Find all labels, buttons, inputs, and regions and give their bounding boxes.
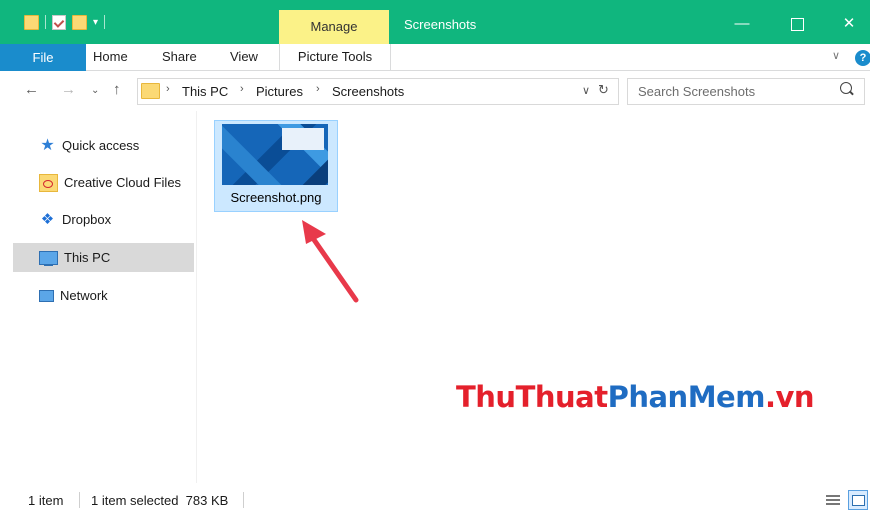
thumbnail-shape (282, 128, 324, 150)
watermark-logo: ThuThuatPhanMem.vn (456, 380, 815, 414)
help-icon[interactable]: ? (855, 50, 870, 66)
expand-ribbon-icon[interactable]: ∨ (832, 49, 840, 62)
sidebar-item-label: This PC (64, 250, 111, 265)
breadcrumb-this-pc[interactable]: This PC (182, 84, 228, 99)
watermark-part: PhanMem (607, 380, 766, 414)
watermark-part: ThuThuat (456, 380, 608, 414)
toolbar-divider (45, 15, 46, 29)
search-input[interactable]: Search Screenshots (638, 84, 755, 99)
maximize-button[interactable] (775, 11, 819, 37)
folder-icon[interactable] (24, 14, 39, 30)
sidebar-item-quick-access[interactable]: ★ Quick access (13, 131, 194, 160)
file-name-label[interactable]: Screenshot.png (214, 190, 338, 205)
tab-home[interactable]: Home (93, 44, 128, 70)
quick-access-toolbar: ▾ (0, 0, 106, 44)
tab-view[interactable]: View (230, 44, 258, 70)
back-arrow-icon[interactable]: ← (24, 81, 39, 98)
item-count: 1 item (28, 493, 64, 508)
tab-picture-tools[interactable]: Picture Tools (279, 44, 391, 70)
breadcrumb-pictures[interactable]: Pictures (256, 84, 303, 99)
image-thumbnail[interactable] (222, 124, 328, 185)
status-divider (243, 492, 244, 508)
breadcrumb-screenshots[interactable]: Screenshots (332, 84, 404, 99)
new-folder-icon[interactable] (72, 14, 87, 30)
star-icon: ★ (40, 136, 55, 154)
folder-icon (141, 83, 160, 99)
search-icon[interactable] (840, 82, 852, 94)
sidebar-item-dropbox[interactable]: ❖ Dropbox (13, 205, 194, 234)
recent-locations-icon[interactable]: ⌄ (91, 85, 99, 96)
status-divider (79, 492, 80, 508)
maximize-icon (790, 17, 804, 31)
tab-manage[interactable]: Manage (279, 10, 389, 44)
ribbon-tab-row (0, 44, 870, 71)
customize-toolbar-icon[interactable]: ▾ (93, 17, 98, 28)
window-title: Screenshots (404, 17, 477, 32)
properties-icon[interactable] (52, 14, 66, 30)
annotation-arrow-icon (302, 220, 359, 303)
sidebar-item-network[interactable]: Network (13, 281, 194, 310)
address-dropdown-icon[interactable]: ∨ (582, 84, 590, 97)
toolbar-divider (104, 15, 106, 29)
breadcrumb-chevron-icon[interactable]: › (240, 83, 244, 95)
minimize-button[interactable]: — (720, 11, 764, 37)
sidebar-item-creative-cloud[interactable]: Creative Cloud Files (13, 168, 194, 197)
breadcrumb-chevron-icon[interactable]: › (166, 83, 170, 95)
selection-info: 1 item selected 783 KB (91, 493, 229, 508)
dropbox-icon: ❖ (40, 210, 55, 228)
watermark-part: .vn (764, 380, 815, 414)
network-icon (39, 289, 54, 302)
sidebar-item-label: Quick access (62, 138, 140, 153)
sidebar-item-label: Creative Cloud Files (64, 175, 182, 190)
sidebar-item-label: Network (60, 288, 108, 303)
large-icons-view-icon[interactable] (848, 490, 868, 510)
tab-file[interactable]: File (0, 44, 86, 71)
up-arrow-icon[interactable]: ↑ (113, 81, 121, 98)
creative-cloud-folder-icon (39, 173, 58, 192)
details-view-icon[interactable] (826, 493, 840, 507)
close-button[interactable]: ✕ (827, 11, 870, 37)
forward-arrow-icon[interactable]: → (61, 81, 76, 98)
tab-share[interactable]: Share (162, 44, 197, 70)
refresh-icon[interactable]: ↻ (598, 82, 609, 98)
computer-icon (39, 250, 58, 266)
breadcrumb-chevron-icon[interactable]: › (316, 83, 320, 95)
sidebar-item-label: Dropbox (62, 212, 112, 227)
sidebar-item-this-pc[interactable]: This PC (13, 243, 194, 272)
